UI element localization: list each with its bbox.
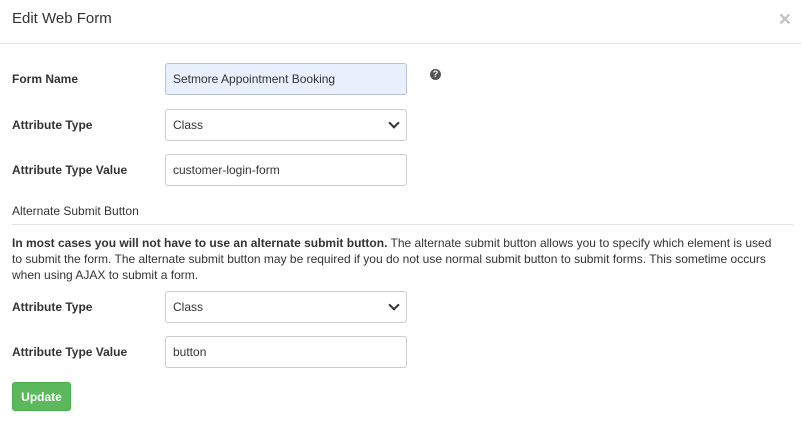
- question-circle-icon[interactable]: ?: [430, 69, 441, 80]
- update-button[interactable]: Update: [12, 382, 71, 411]
- alt-attribute-type-value-label: Attribute Type Value: [12, 345, 128, 359]
- alternate-submit-info-bold: In most cases you will not have to use a…: [12, 236, 388, 250]
- alternate-submit-heading: Alternate Submit Button: [12, 204, 139, 218]
- attribute-type-selected-value: Class: [173, 118, 204, 132]
- form-name-label: Form Name: [12, 72, 79, 86]
- modal-title: Edit Web Form: [12, 10, 112, 27]
- alt-attribute-type-selected-value: Class: [173, 300, 204, 314]
- alternate-submit-info: In most cases you will not have to use a…: [12, 235, 782, 283]
- section-divider: [12, 224, 793, 225]
- alt-attribute-type-select[interactable]: Class: [165, 291, 407, 323]
- alt-attribute-type-select-box[interactable]: Class: [165, 291, 407, 323]
- attribute-type-select-box[interactable]: Class: [165, 109, 407, 141]
- modal-header: Edit Web Form ×: [0, 0, 801, 44]
- chevron-down-icon: [388, 117, 400, 129]
- close-icon[interactable]: ×: [779, 9, 791, 31]
- attribute-type-value-input[interactable]: [165, 154, 407, 186]
- attribute-type-label: Attribute Type: [12, 118, 93, 132]
- chevron-down-icon: [388, 299, 400, 311]
- alt-attribute-type-label: Attribute Type: [12, 300, 93, 314]
- attribute-type-select[interactable]: Class: [165, 109, 407, 141]
- alt-attribute-type-value-input[interactable]: [165, 336, 407, 368]
- form-name-input[interactable]: [165, 63, 407, 95]
- attribute-type-value-label: Attribute Type Value: [12, 163, 128, 177]
